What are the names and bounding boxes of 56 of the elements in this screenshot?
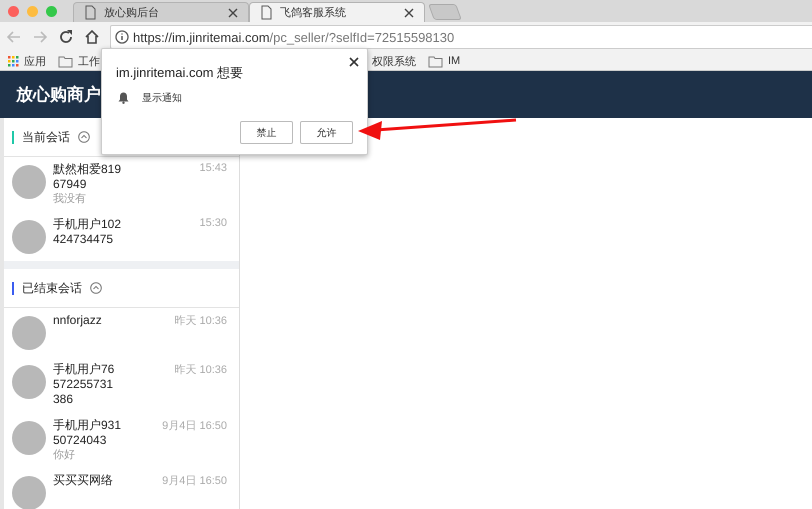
contact-name: 买买买网络 [53, 473, 114, 488]
bookmark[interactable]: 工作 [58, 54, 100, 68]
contact-name: nnforjazz [53, 313, 103, 328]
app-title: 放心购商户 [16, 84, 101, 106]
message-time: 9月4日 16:50 [162, 419, 227, 434]
reload-icon[interactable] [58, 29, 74, 45]
avatar-placeholder [12, 421, 46, 455]
address-bar[interactable]: https://im.jinritemai.com/pc_seller/?selfId=72515598130 [110, 25, 812, 49]
tab-title: 飞鸽客服系统 [280, 6, 347, 20]
tab-title: 放心购后台 [104, 6, 160, 20]
message-time: 9月4日 16:50 [162, 474, 227, 489]
dialog-title: im.jinritemai.com 想要 [116, 64, 244, 82]
close-icon[interactable] [349, 57, 359, 67]
avatar-placeholder [12, 476, 46, 509]
section-title: 当前会话 [22, 128, 70, 146]
close-icon[interactable] [228, 8, 238, 18]
last-message: 我没有 [53, 192, 87, 206]
last-message: 你好 [53, 448, 76, 462]
collapse-icon[interactable] [90, 282, 102, 294]
dialog-button[interactable]: 禁止 [240, 121, 293, 144]
bookmark[interactable]: IM [428, 54, 460, 68]
message-time: 昨天 10:36 [174, 314, 227, 329]
contact-name: 默然相爱819 67949 [53, 162, 122, 192]
page-icon [260, 5, 272, 20]
info-icon [115, 30, 129, 44]
collapse-icon[interactable] [78, 131, 90, 143]
message-time: 15:43 [199, 162, 227, 176]
permission-text: 显示通知 [142, 92, 182, 105]
folder-icon [58, 54, 73, 68]
contact-name: 手机用户102 424734475 [53, 217, 122, 247]
conversation-item[interactable]: 手机用户102 424734475 15:30 [4, 212, 239, 261]
avatar-placeholder [12, 365, 46, 399]
message-time: 15:30 [199, 217, 227, 231]
avatar-placeholder [12, 220, 46, 254]
section-title: 已结束会话 [22, 280, 82, 296]
dialog-button[interactable]: 允许 [300, 121, 353, 144]
browser-tab[interactable]: 飞鸽客服系统 [249, 2, 425, 22]
contact-name: 手机用户76 572255731 386 [53, 362, 116, 407]
close-icon[interactable] [404, 8, 414, 18]
bell-icon [118, 92, 129, 104]
conversation-item[interactable]: 买买买网络 9月4日 16:50 [4, 468, 239, 509]
browser-tab[interactable]: 放心购后台 [73, 2, 249, 22]
conversation-item[interactable]: 手机用户76 572255731 386 昨天 10:36 [4, 357, 239, 413]
conversation-item[interactable]: 默然相爱819 67949 我没有 15:43 [4, 157, 239, 212]
conversation-item[interactable]: nnforjazz 昨天 10:36 [4, 308, 239, 357]
home-icon[interactable] [84, 29, 100, 45]
avatar-placeholder [12, 316, 46, 350]
contact-name: 手机用户931 50724043 [53, 418, 122, 448]
conversation-item[interactable]: 手机用户931 50724043 你好 9月4日 16:50 [4, 413, 239, 468]
message-time: 昨天 10:36 [174, 363, 227, 378]
page-icon [84, 5, 96, 20]
url-text: https://im.jinritemai.com/pc_seller/?selfId=72515598130 [133, 30, 454, 44]
folder-icon [428, 54, 443, 68]
avatar-placeholder [12, 165, 46, 199]
bookmark[interactable]: 应用 [8, 54, 46, 68]
apps-grid-icon [8, 56, 19, 66]
